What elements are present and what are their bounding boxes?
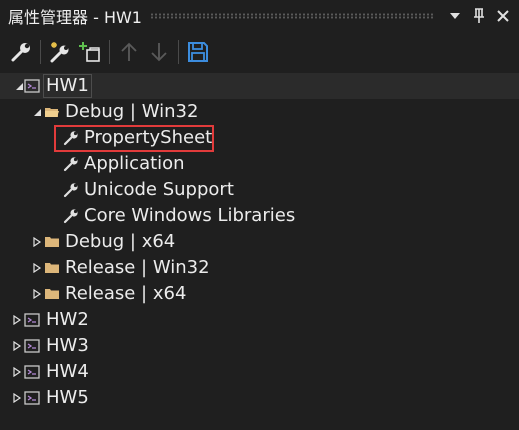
toolbar — [0, 34, 519, 70]
toolbar-separator — [109, 40, 110, 64]
project-icon — [24, 390, 40, 406]
title-bar: 属性管理器 - HW1 — [0, 0, 519, 32]
wrench-icon — [63, 130, 79, 146]
expanded-arrow-icon — [34, 109, 41, 116]
wrench-sparkle-icon — [50, 42, 69, 63]
collapsed-arrow-icon — [13, 315, 22, 325]
folder-icon — [44, 260, 60, 276]
save-button[interactable] — [183, 37, 213, 67]
wrench-icon — [63, 208, 79, 224]
toolbar-separator — [178, 40, 179, 64]
expander[interactable] — [11, 392, 23, 404]
collapsed-arrow-icon — [33, 289, 42, 299]
pin-icon — [474, 8, 484, 23]
project-icon — [24, 364, 40, 380]
tree-item-debug-win32[interactable]: Debug | Win32 — [0, 99, 519, 125]
tree-item-label: HW2 — [46, 309, 89, 330]
project-icon — [24, 312, 40, 328]
arrow-down-icon — [151, 43, 167, 62]
tree-item-release-x64[interactable]: Release | x64 — [0, 281, 519, 307]
tree-item-release-win32[interactable]: Release | Win32 — [0, 255, 519, 281]
dropdown-button[interactable] — [443, 4, 467, 28]
expander[interactable] — [31, 106, 43, 118]
tree-item-application[interactable]: Application — [0, 151, 519, 177]
folder-icon — [44, 286, 60, 302]
project-icon — [24, 78, 40, 94]
dropdown-icon — [450, 13, 460, 19]
tree-item-hw2[interactable]: HW2 — [0, 307, 519, 333]
tree-item-hw1[interactable]: HW1 — [0, 73, 519, 99]
pin-button[interactable] — [467, 4, 491, 28]
tree-item-label: PropertySheet — [84, 127, 213, 148]
arrow-up-icon — [121, 42, 137, 61]
tree-item-debug-x64[interactable]: Debug | x64 — [0, 229, 519, 255]
expanded-arrow-icon — [16, 83, 23, 90]
tree-item-label: HW5 — [46, 387, 89, 408]
tree-item-hw5[interactable]: HW5 — [0, 385, 519, 411]
tree-item-unicode-support[interactable]: Unicode Support — [0, 177, 519, 203]
tree-item-label: Debug | Win32 — [65, 101, 199, 122]
add-sheet-icon — [79, 42, 100, 62]
wrench-icon — [63, 156, 79, 172]
toolbar-separator — [40, 40, 41, 64]
close-icon — [497, 10, 509, 22]
properties-button[interactable] — [6, 37, 36, 67]
close-button[interactable] — [491, 4, 515, 28]
tree-item-label: Unicode Support — [84, 179, 234, 200]
tree-item-label: HW4 — [46, 361, 89, 382]
collapsed-arrow-icon — [13, 341, 22, 351]
collapsed-arrow-icon — [33, 237, 42, 247]
property-tree: HW1 Debug | Win32 PropertySheet Applicat… — [0, 73, 519, 411]
expander[interactable] — [11, 366, 23, 378]
move-up-button[interactable] — [114, 37, 144, 67]
tree-item-label: Application — [84, 153, 185, 174]
save-icon — [188, 42, 208, 62]
tree-item-propertysheet[interactable]: PropertySheet — [0, 125, 519, 151]
collapsed-arrow-icon — [13, 393, 22, 403]
add-existing-property-sheet-button[interactable] — [75, 37, 105, 67]
tree-item-label: HW1 — [43, 74, 92, 98]
expander[interactable] — [11, 314, 23, 326]
wrench-icon — [11, 43, 30, 62]
collapsed-arrow-icon — [13, 367, 22, 377]
new-property-sheet-button[interactable] — [45, 37, 75, 67]
collapsed-arrow-icon — [33, 263, 42, 273]
wrench-icon — [63, 182, 79, 198]
expander[interactable] — [31, 288, 43, 300]
tree-item-core-windows-libraries[interactable]: Core Windows Libraries — [0, 203, 519, 229]
tree-item-hw3[interactable]: HW3 — [0, 333, 519, 359]
expander[interactable] — [31, 236, 43, 248]
drag-grip[interactable] — [149, 13, 433, 19]
tree-item-label: Release | x64 — [65, 283, 187, 304]
expander[interactable] — [11, 340, 23, 352]
tree-item-label: Debug | x64 — [65, 231, 176, 252]
tree-item-label: Core Windows Libraries — [84, 205, 296, 226]
move-down-button[interactable] — [144, 37, 174, 67]
expander[interactable] — [31, 262, 43, 274]
tree-item-hw4[interactable]: HW4 — [0, 359, 519, 385]
tree-item-label: HW3 — [46, 335, 89, 356]
folder-open-icon — [44, 104, 60, 120]
folder-icon — [44, 234, 60, 250]
tree-item-label: Release | Win32 — [65, 257, 210, 278]
window-title: 属性管理器 - HW1 — [8, 8, 142, 27]
project-icon — [24, 338, 40, 354]
